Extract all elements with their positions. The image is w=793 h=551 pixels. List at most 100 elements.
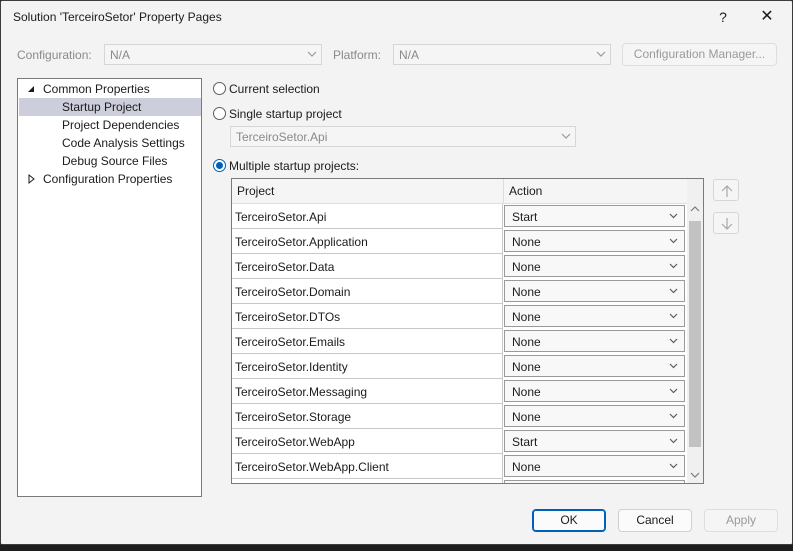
action-dropdown[interactable]: None bbox=[504, 355, 685, 377]
scroll-down-icon[interactable] bbox=[690, 471, 700, 479]
project-name: TerceiroSetor.Domain bbox=[235, 285, 351, 299]
single-startup-label[interactable]: Single startup project bbox=[229, 107, 342, 121]
collapsed-triangle-icon[interactable] bbox=[26, 170, 36, 188]
startup-projects-grid: Project Action TerceiroSetor.Api Start Ter… bbox=[231, 178, 704, 484]
project-name: TerceiroSetor.WebApp.Client bbox=[235, 460, 389, 474]
single-startup-combo[interactable]: TerceiroSetor.Api bbox=[230, 126, 576, 147]
action-value: None bbox=[512, 460, 541, 474]
action-dropdown[interactable]: None bbox=[504, 330, 685, 352]
action-value: None bbox=[512, 285, 541, 299]
chevron-down-icon bbox=[307, 51, 317, 57]
table-row[interactable]: TerceiroSetor.Storage None bbox=[232, 404, 687, 429]
apply-button[interactable]: Apply bbox=[704, 509, 778, 532]
move-up-button[interactable] bbox=[713, 179, 739, 201]
platform-combo[interactable]: N/A bbox=[393, 44, 611, 65]
scrollbar-thumb[interactable] bbox=[689, 221, 701, 447]
table-row[interactable]: TerceiroSetor.DTOs None bbox=[232, 304, 687, 329]
tree-item-common-properties[interactable]: Common Properties bbox=[18, 80, 201, 98]
table-row[interactable]: TerceiroSetor.Identity None bbox=[232, 354, 687, 379]
tree-item-configuration-properties[interactable]: Configuration Properties bbox=[18, 170, 201, 188]
tree-item-label: Project Dependencies bbox=[62, 118, 180, 132]
property-tree: Common Properties Startup Project Projec… bbox=[17, 78, 202, 497]
tree-item-debug-source-files[interactable]: Debug Source Files bbox=[18, 152, 201, 170]
current-selection-label[interactable]: Current selection bbox=[229, 82, 320, 96]
expanded-triangle-icon[interactable] bbox=[26, 80, 36, 98]
grid-header: Project Action bbox=[232, 179, 687, 204]
table-row[interactable]: TerceiroSetor.Data None bbox=[232, 254, 687, 279]
tree-item-code-analysis-settings[interactable]: Code Analysis Settings bbox=[18, 134, 201, 152]
configuration-manager-button[interactable]: Configuration Manager... bbox=[622, 43, 777, 66]
action-dropdown[interactable]: None bbox=[504, 455, 685, 477]
chevron-down-icon bbox=[669, 363, 678, 369]
ok-button[interactable]: OK bbox=[532, 509, 606, 532]
tree-item-startup-project[interactable]: Startup Project bbox=[19, 98, 201, 116]
column-header-action[interactable]: Action bbox=[509, 184, 542, 198]
help-button[interactable]: ? bbox=[712, 7, 734, 27]
column-header-project[interactable]: Project bbox=[237, 184, 274, 198]
project-cell: TerceiroSetor.Data bbox=[232, 254, 503, 279]
move-down-button[interactable] bbox=[713, 212, 739, 234]
single-startup-radio[interactable] bbox=[213, 107, 226, 120]
table-row[interactable]: TerceiroSetor.Messaging None bbox=[232, 379, 687, 404]
arrow-up-icon bbox=[721, 185, 733, 197]
project-name: TerceiroSetor.DTOs bbox=[235, 310, 341, 324]
project-cell: TerceiroSetor.Messaging bbox=[232, 379, 503, 404]
project-cell: TerceiroSetor.WebApp bbox=[232, 429, 503, 454]
project-name: TerceiroSetor.Identity bbox=[235, 360, 348, 374]
configuration-value: N/A bbox=[110, 48, 131, 62]
action-dropdown[interactable]: None bbox=[504, 405, 685, 427]
chevron-down-icon bbox=[669, 338, 678, 344]
action-dropdown[interactable]: None bbox=[504, 230, 685, 252]
table-row[interactable]: TerceiroSetor.Emails None bbox=[232, 329, 687, 354]
action-dropdown[interactable]: Start bbox=[504, 430, 685, 452]
project-name: TerceiroSetor.Application bbox=[235, 235, 368, 249]
column-divider[interactable] bbox=[503, 179, 504, 203]
single-startup-value: TerceiroSetor.Api bbox=[236, 130, 328, 144]
platform-value: N/A bbox=[399, 48, 420, 62]
chevron-down-icon bbox=[596, 51, 606, 57]
table-row[interactable]: TerceiroSetor.Api Start bbox=[232, 204, 687, 229]
table-row[interactable]: TerceiroSetor.Domain None bbox=[232, 279, 687, 304]
configuration-label: Configuration: bbox=[17, 48, 92, 62]
close-button[interactable]: ✕ bbox=[756, 7, 778, 27]
action-value: None bbox=[512, 385, 541, 399]
action-value: None bbox=[512, 410, 541, 424]
configuration-combo[interactable]: N/A bbox=[104, 44, 322, 65]
action-dropdown[interactable]: None bbox=[504, 380, 685, 402]
chevron-down-icon bbox=[669, 288, 678, 294]
multiple-startup-label[interactable]: Multiple startup projects: bbox=[229, 159, 359, 173]
project-name: TerceiroSetor.Emails bbox=[235, 335, 346, 349]
table-row[interactable]: TerceiroSetor.WebApp Start bbox=[232, 429, 687, 454]
table-row[interactable]: TerceiroSetor.WebApp.Client None bbox=[232, 454, 687, 479]
project-name: TerceiroSetor.WebApp bbox=[235, 435, 355, 449]
action-dropdown[interactable]: Start bbox=[504, 205, 685, 227]
current-selection-radio[interactable] bbox=[213, 82, 226, 95]
action-value: None bbox=[512, 310, 541, 324]
chevron-down-icon bbox=[669, 463, 678, 469]
cancel-button[interactable]: Cancel bbox=[618, 509, 692, 532]
scroll-up-icon[interactable] bbox=[690, 205, 700, 213]
chevron-down-icon bbox=[669, 313, 678, 319]
chevron-down-icon bbox=[669, 388, 678, 394]
action-value: None bbox=[512, 360, 541, 374]
tree-item-project-dependencies[interactable]: Project Dependencies bbox=[18, 116, 201, 134]
project-cell: TerceiroSetor.WebApp.Client bbox=[232, 454, 503, 479]
tree-item-label: Configuration Properties bbox=[43, 172, 173, 186]
title-bar: Solution 'TerceiroSetor' Property Pages … bbox=[1, 1, 792, 33]
action-dropdown[interactable]: None bbox=[504, 305, 685, 327]
action-dropdown[interactable]: None bbox=[504, 280, 685, 302]
action-value: None bbox=[512, 235, 541, 249]
table-row[interactable]: TerceiroSetor.Application None bbox=[232, 229, 687, 254]
project-cell: TerceiroSetor.Storage bbox=[232, 404, 503, 429]
project-cell: TerceiroSetor.DTOs bbox=[232, 304, 503, 329]
project-cell: TerceiroSetor.Application bbox=[232, 229, 503, 254]
action-dropdown[interactable]: None bbox=[504, 255, 685, 277]
project-cell: TerceiroSetor.Api bbox=[232, 204, 503, 229]
tree-item-label: Startup Project bbox=[62, 100, 142, 114]
chevron-down-icon bbox=[669, 263, 678, 269]
chevron-down-icon bbox=[561, 133, 571, 139]
grid-vertical-scrollbar[interactable] bbox=[687, 179, 703, 483]
multiple-startup-radio[interactable] bbox=[213, 159, 226, 172]
platform-label: Platform: bbox=[333, 48, 382, 62]
action-value: Start bbox=[512, 435, 538, 449]
